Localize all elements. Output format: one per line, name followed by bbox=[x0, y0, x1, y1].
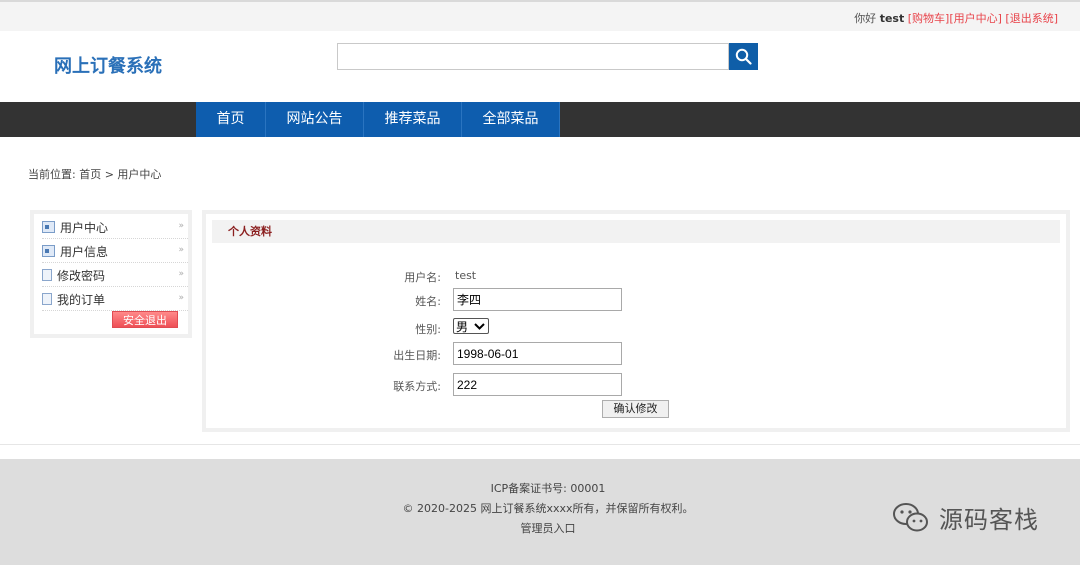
logout-link[interactable]: [退出系统] bbox=[1005, 12, 1058, 25]
sidebar-item-change-password[interactable]: 修改密码 » bbox=[42, 264, 188, 287]
site-logo[interactable]: 网上订餐系统 bbox=[54, 52, 162, 78]
name-field[interactable] bbox=[453, 288, 622, 311]
name-label: 姓名: bbox=[415, 295, 441, 308]
contact-row: 联系方式: bbox=[206, 373, 1066, 397]
search-button[interactable] bbox=[729, 43, 758, 70]
username: test bbox=[879, 12, 905, 25]
chevron-right-icon: » bbox=[178, 245, 184, 255]
nav-item-all-dishes[interactable]: 全部菜品 bbox=[462, 102, 560, 137]
gender-value: 男 bbox=[456, 319, 469, 334]
gender-select[interactable]: 男 bbox=[453, 318, 489, 334]
footer-divider bbox=[0, 444, 1080, 445]
safe-logout-button[interactable]: 安全退出 bbox=[112, 311, 178, 328]
sidebar-item-label: 我的订单 bbox=[57, 292, 106, 307]
wechat-icon bbox=[893, 502, 928, 531]
nav-item-announcements[interactable]: 网站公告 bbox=[266, 102, 364, 137]
sidebar-item-label: 用户中心 bbox=[60, 220, 109, 235]
top-bar: 你好 test [购物车][用户中心] [退出系统] bbox=[0, 0, 1080, 31]
confirm-edit-button[interactable]: 确认修改 bbox=[602, 400, 669, 418]
username-value: test bbox=[455, 269, 477, 282]
username-row: 用户名: test bbox=[206, 264, 1066, 288]
contact-label: 联系方式: bbox=[393, 380, 441, 393]
birth-date-field[interactable] bbox=[453, 342, 622, 365]
chevron-down-icon bbox=[474, 323, 485, 330]
name-row: 姓名: bbox=[206, 288, 1066, 312]
search-icon bbox=[735, 48, 752, 65]
search-bar bbox=[337, 43, 758, 70]
gender-row: 性别: 男 bbox=[206, 316, 1066, 340]
icp-number: ICP备案证书号: 00001 bbox=[490, 482, 606, 495]
contact-field[interactable] bbox=[453, 373, 622, 396]
greeting-text: 你好 bbox=[854, 12, 877, 25]
nav-item-recommended[interactable]: 推荐菜品 bbox=[364, 102, 462, 137]
main-nav: 首页 网站公告 推荐菜品 全部菜品 bbox=[0, 102, 1080, 137]
user-sidebar: 用户中心 » 用户信息 » 修改密码 » 我的订单 » 安全退出 bbox=[30, 210, 192, 338]
breadcrumb: 当前位置: 首页 > 用户中心 bbox=[28, 168, 162, 181]
nav-item-home[interactable]: 首页 bbox=[196, 102, 266, 137]
chevron-right-icon: » bbox=[178, 221, 184, 231]
document-icon bbox=[42, 293, 52, 305]
profile-panel: 个人资料 用户名: test 姓名: 性别: 男 出生日期: 联系方式: 确认修… bbox=[202, 210, 1070, 432]
sidebar-item-user-info[interactable]: 用户信息 » bbox=[42, 240, 188, 263]
birth-label: 出生日期: bbox=[393, 349, 441, 362]
gender-label: 性别: bbox=[415, 323, 441, 336]
user-card-icon bbox=[42, 245, 55, 257]
watermark-text: 源码客栈 bbox=[939, 506, 1039, 534]
chevron-right-icon: » bbox=[178, 269, 184, 279]
username-label: 用户名: bbox=[404, 271, 441, 284]
cart-link[interactable]: [购物车] bbox=[908, 12, 950, 25]
watermark: 源码客栈 bbox=[891, 500, 1039, 535]
document-icon bbox=[42, 269, 52, 281]
panel-title: 个人资料 bbox=[212, 220, 1060, 243]
sidebar-item-label: 修改密码 bbox=[57, 268, 106, 283]
search-input[interactable] bbox=[337, 43, 729, 70]
sidebar-item-user-center[interactable]: 用户中心 » bbox=[42, 216, 188, 239]
user-center-link[interactable]: [用户中心] bbox=[949, 12, 1002, 25]
user-card-icon bbox=[42, 221, 55, 233]
user-greeting: 你好 test [购物车][用户中心] [退出系统] bbox=[854, 10, 1058, 26]
chevron-right-icon: » bbox=[178, 293, 184, 303]
sidebar-item-my-orders[interactable]: 我的订单 » bbox=[42, 288, 188, 311]
sidebar-item-label: 用户信息 bbox=[60, 244, 109, 259]
birth-row: 出生日期: bbox=[206, 342, 1066, 366]
